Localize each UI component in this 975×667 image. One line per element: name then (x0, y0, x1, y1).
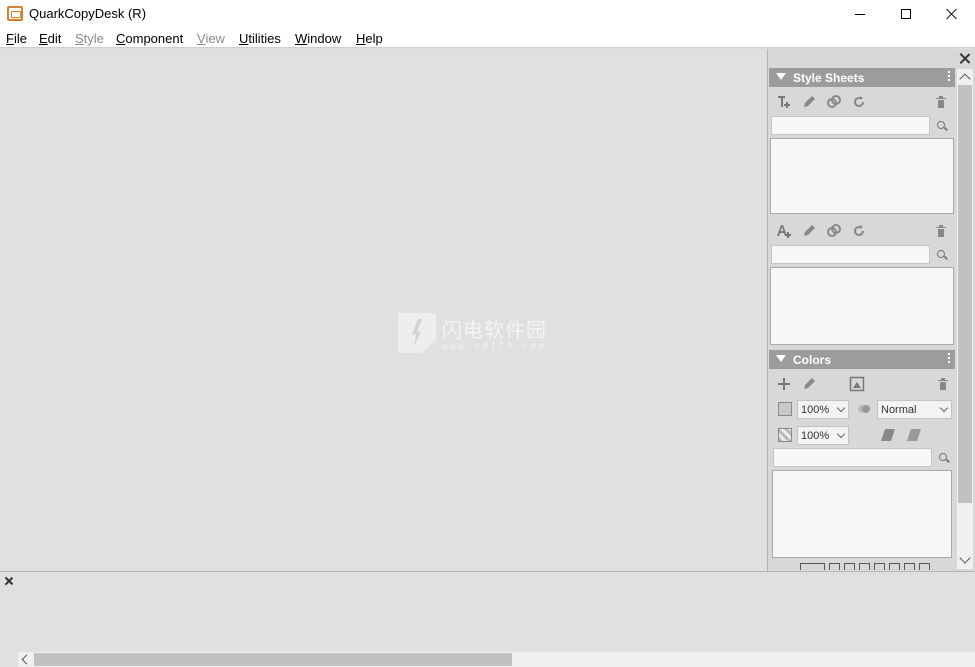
watermark-text: 闪电软件园 (442, 318, 547, 342)
new-paragraph-style-icon[interactable] (776, 94, 792, 110)
horizontal-scroll-thumb[interactable] (34, 653, 512, 666)
frame-color-swatch-icon[interactable] (778, 428, 792, 442)
dock-close-icon[interactable] (958, 52, 971, 65)
dock-scroll-thumb[interactable] (958, 85, 972, 503)
palette-dock: Style Sheets Colors 100% Normal 100% (767, 49, 975, 571)
menu-edit[interactable]: Edit (39, 31, 61, 46)
delete-char-style-trash-icon[interactable] (933, 223, 949, 239)
gradient-start-icon[interactable] (880, 427, 896, 443)
maximize-button[interactable] (883, 0, 929, 28)
dock-vertical-scrollbar[interactable] (957, 69, 973, 569)
fill-color-swatch-icon[interactable] (778, 402, 792, 416)
view-mode-boxes[interactable] (800, 562, 935, 570)
colors-header[interactable]: Colors (769, 350, 955, 369)
style-sheets-header[interactable]: Style Sheets (769, 68, 955, 87)
colors-title: Colors (793, 353, 832, 367)
horizontal-scrollbar[interactable] (18, 652, 975, 667)
menu-bar: File Edit Style Component View Utilities… (0, 28, 975, 48)
scroll-up-arrow-icon[interactable] (959, 73, 971, 85)
panel-menu-icon[interactable] (947, 353, 951, 366)
collapse-triangle-icon[interactable] (776, 73, 786, 80)
new-color-plus-icon[interactable] (776, 376, 792, 392)
minimize-icon (855, 13, 865, 15)
search-icon[interactable] (936, 249, 948, 261)
style-sheets-title: Style Sheets (793, 71, 865, 85)
menu-component[interactable]: Component (116, 31, 183, 46)
window-title: QuarkCopyDesk (R) (29, 6, 147, 21)
scroll-down-arrow-icon[interactable] (959, 552, 971, 564)
search-icon[interactable] (936, 120, 948, 132)
paragraph-styles-list[interactable] (770, 138, 954, 214)
colors-list[interactable] (772, 470, 952, 558)
duplicate-style-icon[interactable] (826, 94, 842, 110)
document-workspace[interactable] (0, 49, 767, 571)
character-styles-list[interactable] (770, 267, 954, 345)
frame-tint-select[interactable]: 100% (797, 426, 849, 445)
new-character-style-icon[interactable] (776, 223, 792, 239)
maximize-icon (901, 9, 911, 19)
opacity-link-icon[interactable] (856, 401, 872, 417)
menu-file[interactable]: File (6, 31, 27, 46)
bottom-palette (0, 571, 975, 667)
character-style-search-input[interactable] (771, 245, 930, 264)
color-search-input[interactable] (773, 448, 932, 467)
gradient-end-icon[interactable] (906, 427, 922, 443)
panel-menu-icon[interactable] (947, 71, 951, 84)
minimize-button[interactable] (837, 0, 883, 28)
paragraph-style-search-input[interactable] (771, 116, 930, 135)
menu-view[interactable]: View (197, 31, 225, 46)
fill-tint-select[interactable]: 100% (797, 400, 849, 419)
refresh-char-style-icon[interactable] (851, 223, 867, 239)
scroll-left-arrow-icon[interactable] (21, 654, 32, 665)
collapse-triangle-icon[interactable] (776, 355, 786, 362)
menu-utilities[interactable]: Utilities (239, 31, 281, 46)
duplicate-char-style-icon[interactable] (826, 223, 842, 239)
app-icon (7, 6, 23, 21)
menu-window[interactable]: Window (295, 31, 341, 46)
delete-style-trash-icon[interactable] (933, 94, 949, 110)
edit-char-style-pencil-icon[interactable] (801, 223, 817, 239)
delete-color-trash-icon[interactable] (935, 376, 951, 392)
edit-style-pencil-icon[interactable] (801, 94, 817, 110)
edit-color-pencil-icon[interactable] (801, 376, 817, 392)
menu-style[interactable]: Style (75, 31, 104, 46)
search-icon[interactable] (938, 452, 950, 464)
blend-mode-select[interactable]: Normal (877, 400, 952, 419)
watermark: 闪电软件园 www.sd173.com (398, 313, 568, 355)
refresh-style-icon[interactable] (851, 94, 867, 110)
lightning-logo-icon (398, 313, 436, 353)
title-bar: QuarkCopyDesk (R) (0, 0, 975, 28)
close-icon (946, 8, 958, 20)
bottom-close-icon[interactable] (4, 576, 14, 586)
watermark-url: www.sd173.com (442, 341, 547, 352)
color-picker-icon[interactable] (849, 376, 865, 392)
close-button[interactable] (929, 0, 975, 28)
menu-help[interactable]: Help (356, 31, 383, 46)
